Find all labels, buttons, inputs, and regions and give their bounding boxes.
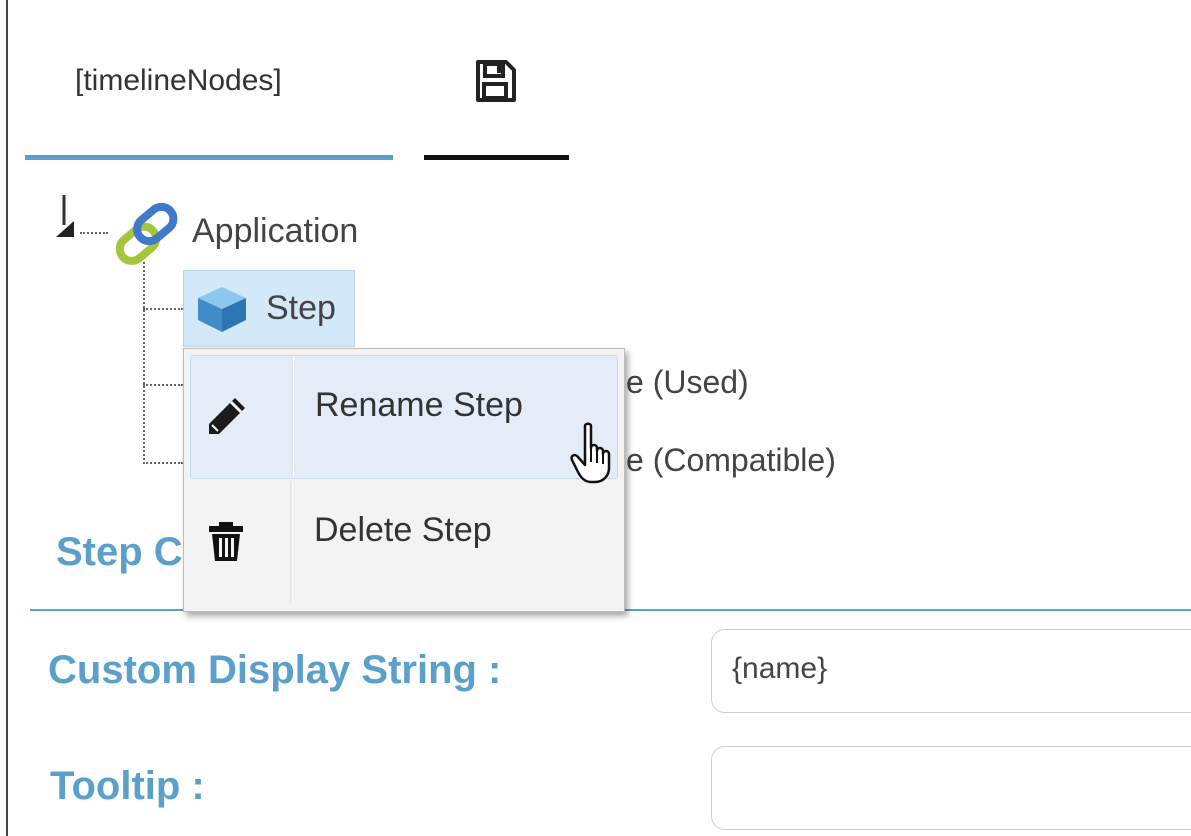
tree-connector <box>143 308 183 310</box>
delete-step-label: Delete Step <box>314 511 492 549</box>
section-heading: Step C <box>56 530 183 574</box>
hand-cursor-icon <box>570 422 611 484</box>
tree-node-used[interactable]: e (Used) <box>626 364 749 401</box>
tree-connector <box>80 232 108 234</box>
custom-display-string-input[interactable]: {name} <box>711 629 1191 713</box>
menu-icon-separator <box>290 481 293 603</box>
tree-node-application[interactable]: Application <box>192 212 358 251</box>
collapse-toggle-icon <box>56 195 74 237</box>
tree-expander[interactable] <box>54 195 80 241</box>
tab-timeline-nodes[interactable]: [timelineNodes] <box>75 64 282 98</box>
tooltip-label: Tooltip : <box>50 764 205 808</box>
tree-connector <box>143 384 183 386</box>
tree-connector <box>143 462 183 464</box>
floppy-disk-icon <box>476 60 516 102</box>
rename-step-menu-item[interactable]: Rename Step <box>190 355 618 479</box>
tree-connector <box>143 262 145 464</box>
cube-icon <box>198 287 246 332</box>
custom-display-string-label: Custom Display String : <box>48 648 502 692</box>
left-border <box>6 0 8 836</box>
rename-step-label: Rename Step <box>315 386 523 424</box>
pencil-icon <box>209 398 245 434</box>
tree-node-step[interactable]: Step <box>183 270 355 347</box>
tree-node-step-label: Step <box>266 289 336 327</box>
context-menu: Rename Step Delete Step <box>183 348 625 612</box>
tab-underline <box>424 155 569 160</box>
link-icon <box>115 202 178 265</box>
tree-node-compatible[interactable]: e (Compatible) <box>626 442 836 479</box>
tooltip-input[interactable] <box>711 746 1191 830</box>
trash-icon <box>209 522 243 561</box>
custom-display-string-value: {name} <box>732 652 828 685</box>
tab-active-indicator <box>25 155 393 160</box>
menu-icon-separator <box>291 356 294 478</box>
delete-step-menu-item[interactable]: Delete Step <box>190 481 616 603</box>
save-tab[interactable] <box>472 58 518 104</box>
